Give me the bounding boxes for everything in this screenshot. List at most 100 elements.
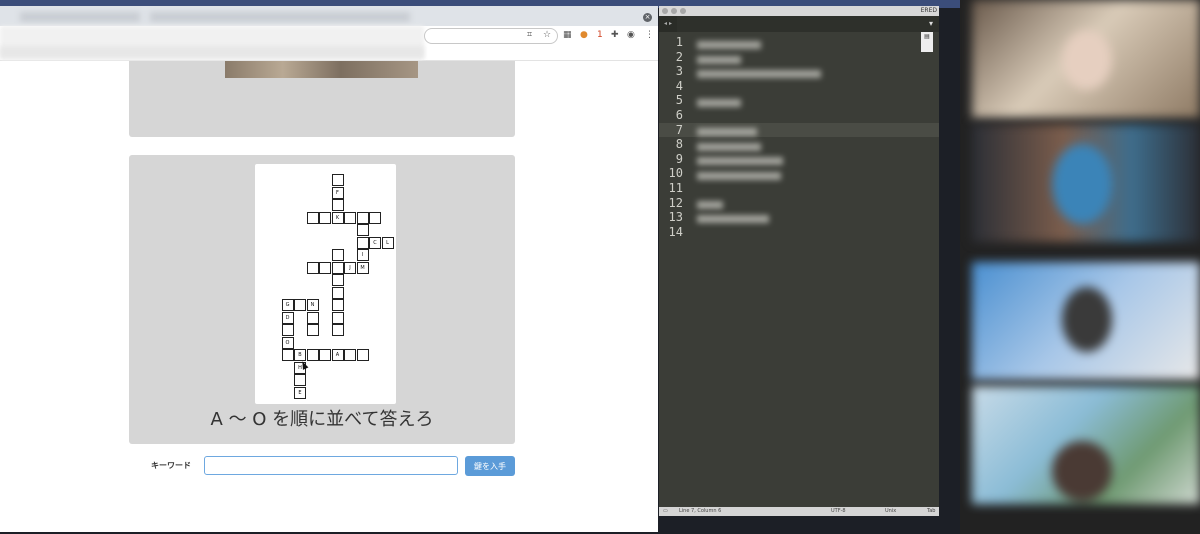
window-minimize-icon[interactable] [671,8,677,14]
crossword-cell [356,236,369,249]
status-panel-icon[interactable]: ▭ [663,507,668,516]
status-encoding[interactable]: UTF-8 [831,507,846,516]
crossword-cell [331,249,344,261]
line-number: 10 [668,166,683,181]
crossword-cell [331,299,344,311]
participant-face [1062,30,1112,90]
crossword-cell [331,324,344,336]
participant-logo [1052,144,1112,224]
crossword-cell [369,211,381,224]
crossword-cell-lettered: I [356,249,369,261]
notification-count[interactable]: 1 [597,28,603,42]
address-bar[interactable] [424,28,558,44]
status-position: Line 7, Column 6 [679,508,722,514]
participant-video-tile[interactable] [972,0,1200,118]
extension-icon[interactable]: ✚ [611,28,619,42]
get-key-button[interactable]: 鍵を入手 [465,456,515,476]
crossword-cell [344,211,356,224]
blurred-code-line [697,143,761,151]
crossword-cell [294,299,306,311]
puzzle-card: FKCLIJMGNDOBAHE A 〜 O を順に並べて答えろ [129,155,515,444]
blurred-code-line [697,215,769,223]
editor-title: ERED [920,7,937,14]
status-indent[interactable]: Tab [927,507,935,516]
crossword-cell [331,199,344,211]
line-number: 3 [675,64,683,79]
crossword-cell [344,349,356,361]
crossword-cell [356,224,369,236]
tab-menu-chevron-down-icon[interactable]: ▾ [923,16,939,32]
line-number: 5 [675,93,683,108]
crossword-cell [306,211,319,224]
qr-icon[interactable]: ⌗ [527,28,532,42]
editor-titlebar: ERED [659,6,939,16]
participant-video-tile[interactable] [972,386,1200,504]
window-zoom-icon[interactable] [680,8,686,14]
crossword-cell-lettered: C [369,236,381,249]
crossword-cell [331,174,344,186]
editor-status-bar: ▭ Line 7, Column 6 UTF-8 Unix Tab [659,507,939,516]
question-text: A 〜 O を順に並べて答えろ [210,409,434,430]
editor-tab-bar: ◂ ▸ [659,16,939,32]
extension-grid-icon[interactable]: ▦ [563,28,572,42]
line-number-gutter: 1 2 3 4 5 6 7 8 9 10 11 12 13 14 [659,32,939,502]
line-number: 11 [668,181,683,195]
tab-nav-arrows-icon[interactable]: ◂ ▸ [659,16,677,32]
crossword-cell-lettered: F [331,186,344,199]
line-number: 2 [675,49,683,64]
line-number: 8 [675,137,683,152]
crossword-cell [306,311,319,324]
blurred-code-line [697,41,761,49]
profile-icon[interactable]: ◉ [627,28,635,42]
crossword-cell [294,374,306,386]
participant-video-tile[interactable] [972,124,1200,242]
crossword-cell-lettered: E [294,386,306,399]
crossword-cell [331,261,344,274]
browser-window: × ⌗ ☆ ▦ ● 1 ✚ ◉ ⋮ FKCLIJMGNDOBAHE A 〜 O … [0,6,658,532]
crossword-cell-lettered: M [356,261,369,274]
crossword-cell [306,261,319,274]
crossword-cell [319,211,331,224]
blurred-code-line [697,128,757,136]
menu-icon[interactable]: ⋮ [645,28,654,42]
ruins-photo [225,61,418,78]
crossword-cell-lettered: L [381,236,394,249]
blurred-tab[interactable] [20,12,140,22]
crossword-cell [331,311,344,324]
crossword-cell [306,324,319,336]
line-number: 9 [675,151,683,166]
keyword-input[interactable] [204,456,458,475]
crossword-cell [331,286,344,299]
star-icon[interactable]: ☆ [543,28,551,42]
line-number: 14 [668,224,683,239]
blurred-code-line [697,157,783,165]
blurred-tab[interactable] [150,12,410,22]
crossword-cell-lettered: G [281,299,294,311]
crossword-cell [281,349,294,361]
blurred-code-line [697,56,741,64]
text-editor-window: ERED ◂ ▸ ▾ ▤ 1 2 3 4 5 6 7 8 9 10 11 12 13 14 ▭ Line … [659,6,939,516]
line-number: 7 [675,122,683,137]
crossword-cell [319,349,331,361]
participant-face [1052,441,1112,501]
crossword-cell [319,261,331,274]
line-number: 4 [675,78,683,93]
blurred-code-line [697,70,821,78]
crossword-cell [356,349,369,361]
crossword-cell-lettered: J [344,261,356,274]
crossword-cell-lettered: A [331,349,344,361]
participant-video-tile[interactable] [972,262,1200,380]
crossword-puzzle: FKCLIJMGNDOBAHE [255,164,396,404]
crossword-cell [331,274,344,286]
video-call-panel [960,0,1200,534]
cookie-icon[interactable]: ● [580,28,588,42]
line-number: 12 [668,195,683,210]
bookmarks-bar [0,46,424,58]
status-line-endings[interactable]: Unix [885,507,896,516]
editor-side-tab[interactable]: ▤ [921,32,933,52]
window-close-icon[interactable] [662,8,668,14]
crossword-cell [306,349,319,361]
crossword-cell [281,324,294,336]
browser-toolbar: ⌗ ☆ ▦ ● 1 ✚ ◉ ⋮ [0,26,658,61]
close-tab-icon[interactable]: × [643,13,652,22]
